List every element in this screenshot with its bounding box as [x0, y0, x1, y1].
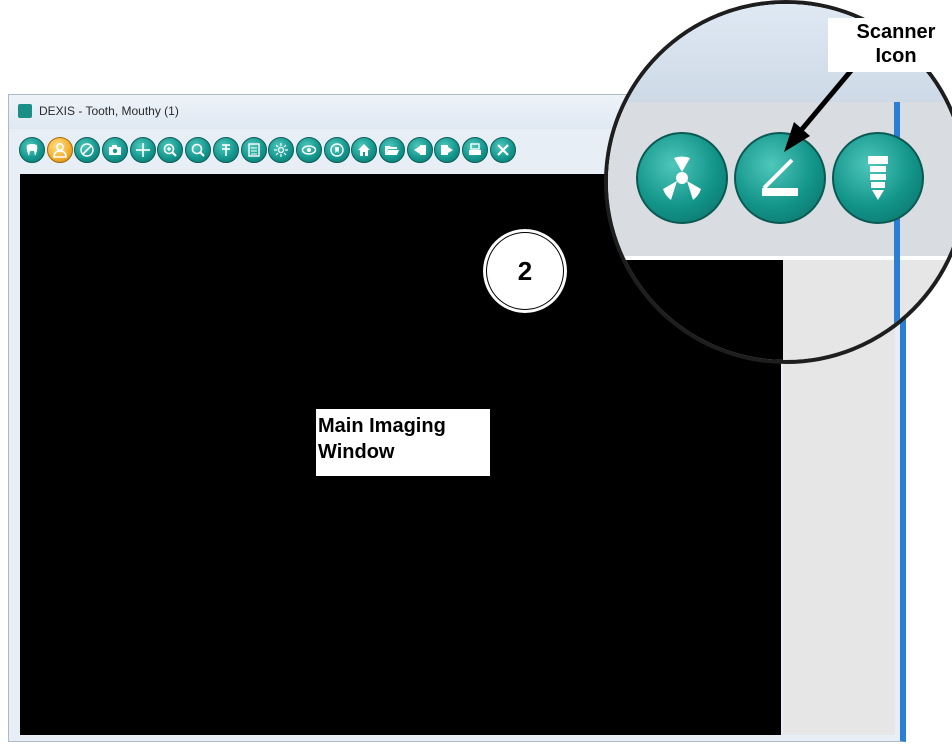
callout-line2: Icon — [875, 45, 917, 67]
home-icon[interactable] — [351, 137, 378, 163]
dexis-app-icon — [18, 104, 32, 118]
patient-icon[interactable] — [46, 137, 73, 163]
eye-icon[interactable] — [295, 137, 322, 163]
export-icon[interactable] — [434, 137, 461, 163]
close-icon[interactable] — [489, 137, 516, 163]
folder-open-icon[interactable] — [378, 137, 405, 163]
callout-line1: Scanner — [856, 21, 936, 43]
pencil-icon[interactable] — [74, 137, 101, 163]
scanner-icon-callout-label: Scanner Icon — [840, 20, 952, 68]
zoom-in-icon[interactable] — [157, 137, 184, 163]
notes-icon[interactable] — [240, 137, 267, 163]
main-toolbar — [19, 133, 517, 167]
brightness-icon[interactable] — [268, 137, 295, 163]
measure-icon[interactable] — [212, 137, 239, 163]
tooth-icon[interactable] — [19, 137, 45, 163]
tooth-rotate-icon[interactable] — [323, 137, 350, 163]
print-icon[interactable] — [462, 137, 488, 163]
step-number-badge: 2 — [481, 227, 569, 315]
camera-icon[interactable] — [102, 137, 129, 163]
zoom-icon[interactable] — [185, 137, 212, 163]
main-label-line2: Window — [318, 441, 395, 463]
import-icon[interactable] — [406, 137, 433, 163]
main-imaging-window-label: Main Imaging Window — [316, 409, 490, 476]
window-title: DEXIS - Tooth, Mouthy (1) — [39, 104, 179, 118]
crosshair-icon[interactable] — [129, 137, 156, 163]
main-label-line1: Main Imaging — [318, 415, 446, 437]
